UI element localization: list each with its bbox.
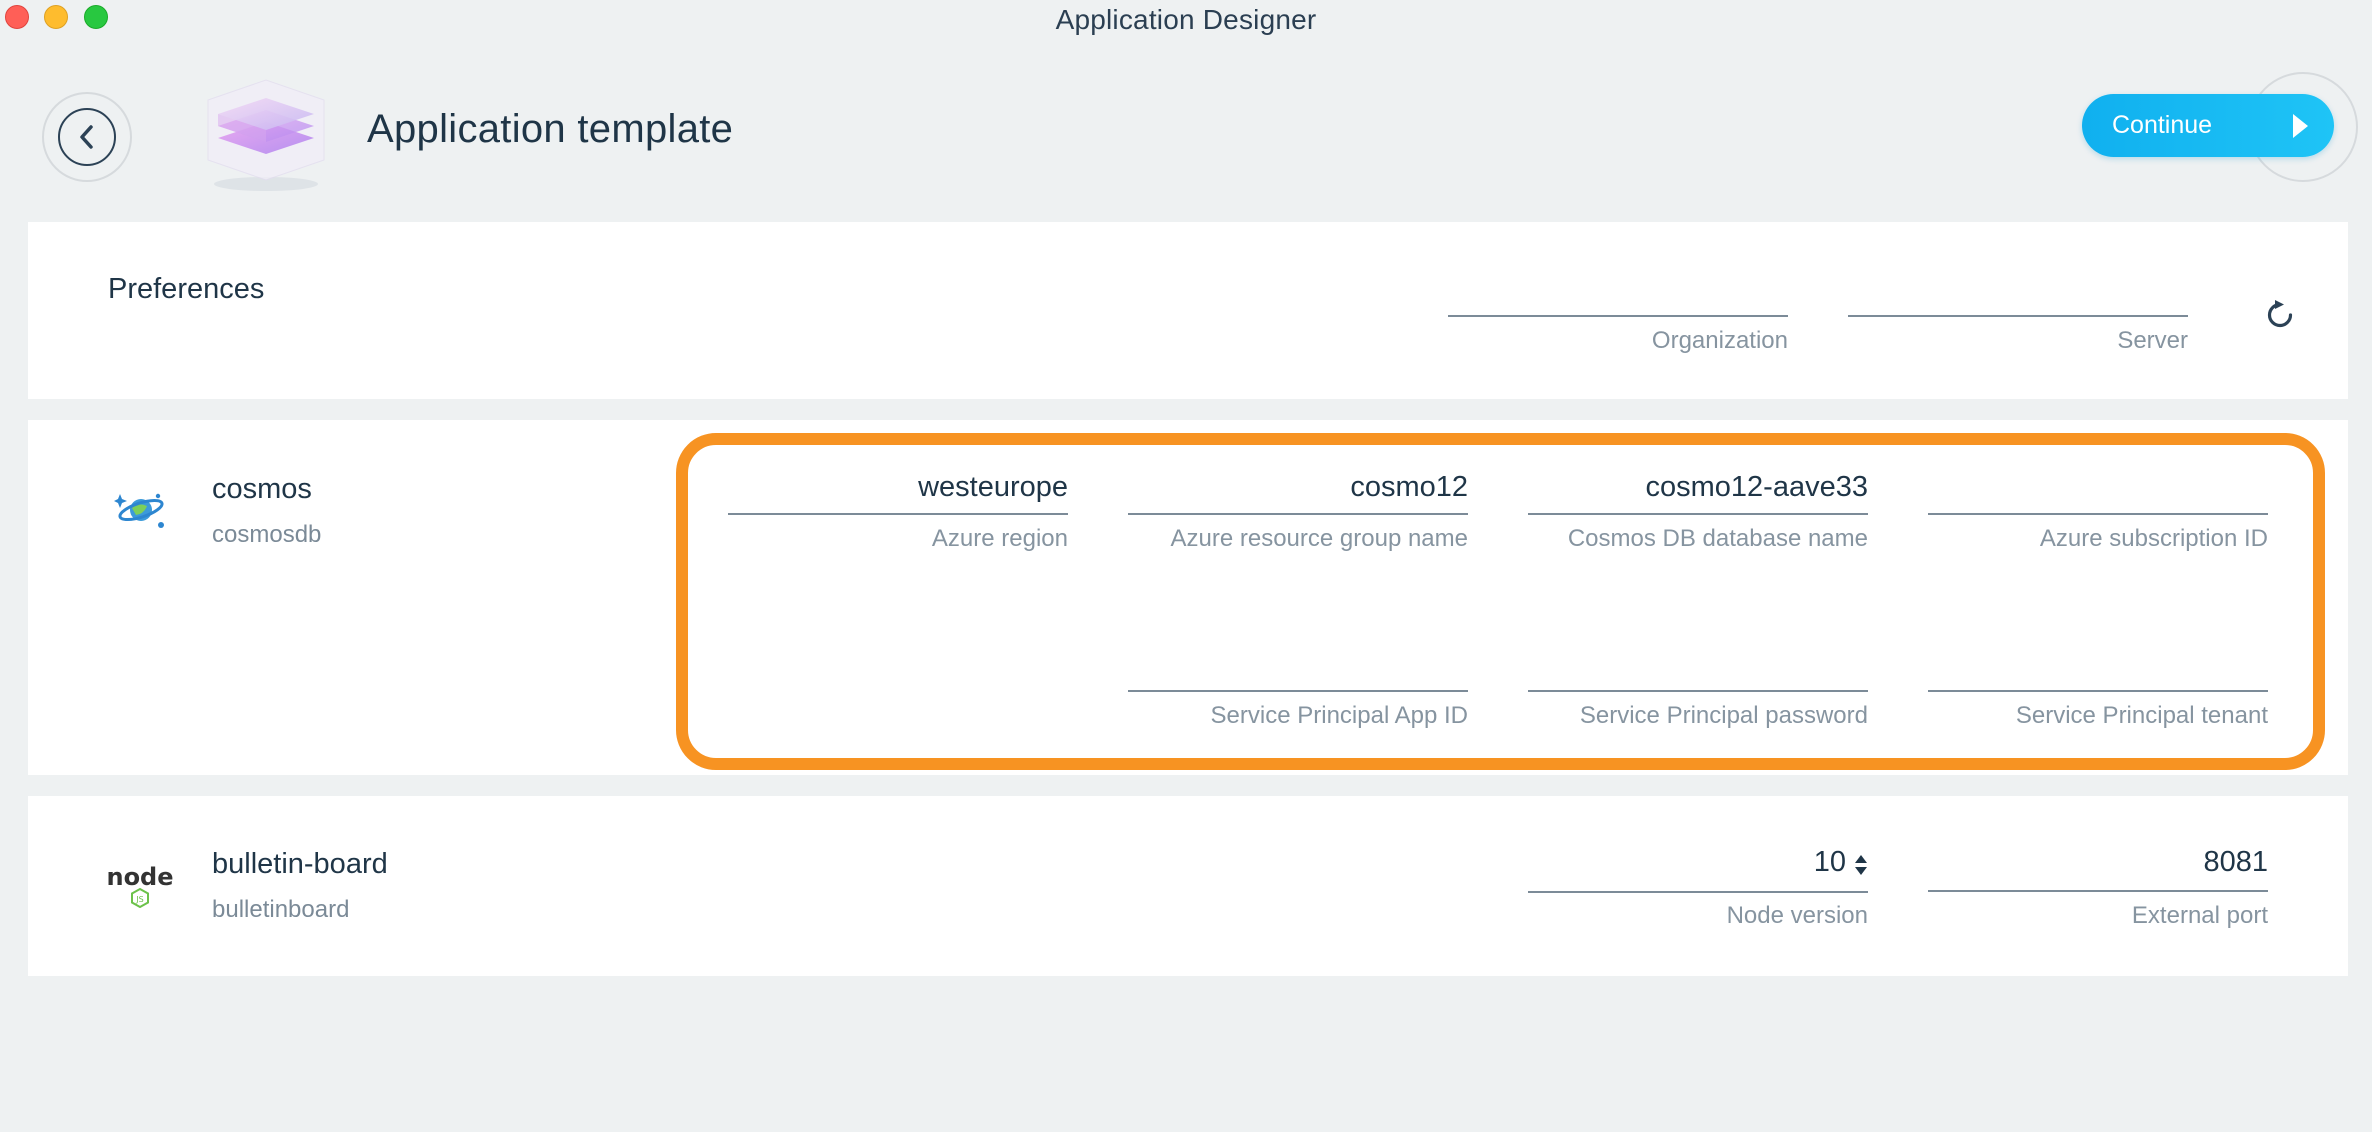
azure-subscription-id-label: Azure subscription ID xyxy=(2039,525,2268,552)
back-button[interactable] xyxy=(58,108,116,166)
stepper-arrows-icon[interactable] xyxy=(1854,853,1868,877)
service-principal-tenant-field[interactable]: Service Principal tenant xyxy=(1928,648,2268,733)
service-principal-password-underline xyxy=(1528,690,1868,692)
node-version-field[interactable]: 10 Node version xyxy=(1528,846,1868,931)
azure-resource-group-value: cosmo12 xyxy=(1350,471,1468,503)
external-port-value: 8081 xyxy=(2203,846,2268,878)
azure-resource-group-field[interactable]: cosmo12 Azure resource group name xyxy=(1128,471,1468,556)
preferences-title: Preferences xyxy=(108,273,265,305)
service-type-cosmos: cosmosdb xyxy=(212,521,322,548)
organization-field[interactable]: Organization xyxy=(1448,280,1788,360)
nodejs-icon: node JS xyxy=(106,863,174,908)
service-principal-app-id-label: Service Principal App ID xyxy=(1210,702,1468,729)
node-version-value: 10 xyxy=(1813,846,1846,878)
azure-region-field[interactable]: westeurope Azure region xyxy=(728,471,1068,556)
cosmosdb-icon xyxy=(114,493,164,528)
page-title: Application template xyxy=(367,107,734,151)
azure-resource-group-label: Azure resource group name xyxy=(1170,525,1469,552)
application-template-illustration xyxy=(207,79,325,191)
service-principal-app-id-field[interactable]: Service Principal App ID xyxy=(1128,648,1468,733)
azure-region-value: westeurope xyxy=(918,471,1068,503)
nodejs-icon-text: node xyxy=(106,863,173,891)
server-underline xyxy=(1848,315,2188,317)
node-version-underline xyxy=(1528,891,1868,893)
chevron-left-icon xyxy=(80,125,93,149)
azure-region-label: Azure region xyxy=(931,525,1068,552)
back-button-ring xyxy=(42,92,132,182)
service-principal-app-id-underline xyxy=(1128,690,1468,692)
organization-label: Organization xyxy=(1651,327,1788,354)
cosmos-db-name-value: cosmo12-aave33 xyxy=(1645,471,1868,503)
continue-label: Continue xyxy=(2112,111,2213,139)
external-port-underline xyxy=(1928,890,2268,892)
play-arrow-icon xyxy=(2293,114,2308,138)
cosmos-db-name-underline xyxy=(1528,513,1868,515)
server-label: Server xyxy=(2117,327,2188,354)
azure-subscription-id-underline xyxy=(1928,513,2268,515)
service-type-bulletin-board: bulletinboard xyxy=(212,896,350,923)
service-principal-password-field[interactable]: Service Principal password xyxy=(1528,648,1868,733)
organization-underline xyxy=(1448,315,1788,317)
service-principal-password-label: Service Principal password xyxy=(1579,702,1868,729)
server-field[interactable]: Server xyxy=(1848,280,2188,360)
refresh-icon[interactable] xyxy=(2262,297,2298,333)
svg-text:JS: JS xyxy=(135,895,143,904)
service-principal-tenant-label: Service Principal tenant xyxy=(2015,702,2268,729)
cosmos-db-name-field[interactable]: cosmo12-aave33 Cosmos DB database name xyxy=(1528,471,1868,556)
window-title: Application Designer xyxy=(1055,4,1317,35)
external-port-label: External port xyxy=(2131,902,2268,929)
node-version-label: Node version xyxy=(1726,902,1868,929)
cosmos-db-name-label: Cosmos DB database name xyxy=(1567,525,1868,552)
azure-resource-group-underline xyxy=(1128,513,1468,515)
azure-region-underline xyxy=(728,513,1068,515)
service-name-cosmos: cosmos xyxy=(212,473,312,505)
continue-button[interactable]: Continue xyxy=(2082,94,2334,157)
service-name-bulletin-board: bulletin-board xyxy=(212,848,388,880)
service-principal-tenant-underline xyxy=(1928,690,2268,692)
azure-subscription-id-field[interactable]: Azure subscription ID xyxy=(1928,471,2268,556)
external-port-field[interactable]: 8081 External port xyxy=(1928,846,2268,931)
